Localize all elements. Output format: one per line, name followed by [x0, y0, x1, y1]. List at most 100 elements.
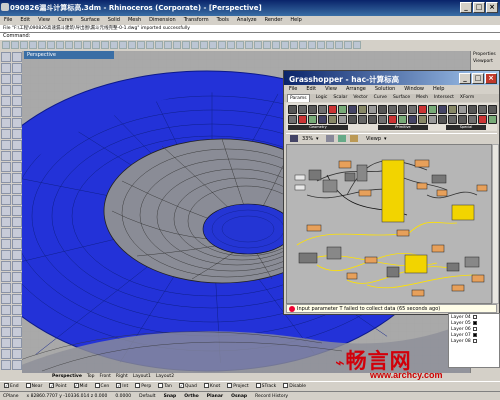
left-tool-icon[interactable] — [1, 162, 11, 172]
component-icon[interactable] — [308, 115, 317, 124]
left-tool-icon[interactable] — [12, 107, 22, 117]
left-tool-icon[interactable] — [1, 283, 11, 293]
viewport-menu[interactable]: Viewp — [366, 136, 381, 142]
left-tool-icon[interactable] — [1, 250, 11, 260]
toolbar-tool-icon[interactable] — [101, 41, 109, 49]
toolbar-tool-icon[interactable] — [56, 41, 64, 49]
component-icon[interactable] — [388, 115, 397, 124]
component-icon[interactable] — [488, 115, 497, 124]
osnap-disable[interactable]: Disable — [283, 382, 306, 391]
left-tool-icon[interactable] — [12, 305, 22, 315]
toolbar-tool-icon[interactable] — [299, 41, 307, 49]
left-tool-icon[interactable] — [12, 140, 22, 150]
viewport-tab-perspective[interactable]: Perspective — [52, 373, 82, 381]
component-icon[interactable] — [478, 105, 487, 114]
left-tool-icon[interactable] — [12, 129, 22, 139]
left-tool-icon[interactable] — [12, 173, 22, 183]
left-tool-icon[interactable] — [12, 349, 22, 359]
menu-view[interactable]: View — [38, 16, 50, 25]
toolbar-tool-icon[interactable] — [335, 41, 343, 49]
left-tool-icon[interactable] — [1, 173, 11, 183]
left-tool-icon[interactable] — [12, 151, 22, 161]
left-tool-icon[interactable] — [12, 63, 22, 73]
osnap-int[interactable]: Int — [116, 382, 128, 391]
gh-tab-vector[interactable]: Vector — [353, 94, 367, 102]
layer-color-swatch[interactable] — [472, 333, 477, 337]
left-tool-icon[interactable] — [1, 129, 11, 139]
menu-surface[interactable]: Surface — [81, 16, 100, 25]
layer-color-swatch[interactable] — [472, 339, 477, 343]
toolbar-tool-icon[interactable] — [29, 41, 37, 49]
toolbar-tool-icon[interactable] — [155, 41, 163, 49]
component-icon[interactable] — [348, 115, 357, 124]
component-icon[interactable] — [448, 115, 457, 124]
toolbar-tool-icon[interactable] — [110, 41, 118, 49]
component-group-label[interactable]: Special — [446, 125, 486, 130]
left-tool-icon[interactable] — [12, 162, 22, 172]
osnap-mid[interactable]: Mid — [73, 382, 88, 391]
left-tool-icon[interactable] — [1, 261, 11, 271]
left-tool-icon[interactable] — [1, 195, 11, 205]
gh-menu-file[interactable]: File — [289, 85, 297, 94]
left-tool-icon[interactable] — [12, 52, 22, 62]
component-icon[interactable] — [438, 115, 447, 124]
component-icon[interactable] — [448, 105, 457, 114]
toolbar-tool-icon[interactable] — [11, 41, 19, 49]
component-icon[interactable] — [348, 105, 357, 114]
gh-tab-xform[interactable]: XForm — [460, 94, 474, 102]
osnap-tan[interactable]: Tan — [158, 382, 172, 391]
component-icon[interactable] — [368, 115, 377, 124]
toolbar-tool-icon[interactable] — [281, 41, 289, 49]
component-icon[interactable] — [338, 105, 347, 114]
osnap-checkbox[interactable] — [283, 383, 289, 388]
toolbar-tool-icon[interactable] — [137, 41, 145, 49]
left-tool-icon[interactable] — [12, 338, 22, 348]
left-tool-icon[interactable] — [1, 239, 11, 249]
menu-tools[interactable]: Tools — [217, 16, 229, 25]
left-tool-icon[interactable] — [1, 206, 11, 216]
toolbar-tool-icon[interactable] — [218, 41, 226, 49]
gh-menu-view[interactable]: View — [325, 85, 337, 94]
left-tool-icon[interactable] — [12, 327, 22, 337]
osnap-checkbox[interactable] — [178, 383, 184, 388]
gh-tab-scalar[interactable]: Scalar — [333, 94, 347, 102]
component-icon[interactable] — [378, 105, 387, 114]
osnap-checkbox[interactable] — [203, 383, 209, 388]
osnap-checkbox[interactable] — [158, 383, 164, 388]
viewport-tab-right[interactable]: Right — [116, 373, 128, 381]
osnap-checkbox[interactable] — [227, 383, 233, 388]
osnap-checkbox[interactable] — [73, 383, 79, 388]
viewport-tab-layout2[interactable]: Layout2 — [156, 373, 174, 381]
gh-menu-edit[interactable]: Edit — [306, 85, 316, 94]
toolbar-tool-icon[interactable] — [353, 41, 361, 49]
component-icon[interactable] — [288, 105, 297, 114]
left-tool-icon[interactable] — [1, 228, 11, 238]
viewport-tab-front[interactable]: Front — [99, 373, 110, 381]
gh-menu-window[interactable]: Window — [404, 85, 424, 94]
left-tool-icon[interactable] — [12, 250, 22, 260]
osnap-perp[interactable]: Perp — [135, 382, 151, 391]
toolbar-tool-icon[interactable] — [245, 41, 253, 49]
left-tool-icon[interactable] — [12, 283, 22, 293]
osnap-checkbox[interactable] — [255, 383, 261, 388]
left-tool-icon[interactable] — [1, 63, 11, 73]
component-icon[interactable] — [358, 105, 367, 114]
left-tool-icon[interactable] — [1, 272, 11, 282]
zoom-level[interactable]: 33% — [302, 136, 313, 142]
menu-transform[interactable]: Transform — [184, 16, 209, 25]
viewport-tab-layout1[interactable]: Layout1 — [133, 373, 151, 381]
left-tool-icon[interactable] — [1, 107, 11, 117]
component-icon[interactable] — [318, 115, 327, 124]
layer-color-swatch[interactable] — [472, 327, 477, 331]
grasshopper-title-bar[interactable]: Grasshopper - hac-计算标高 _ □ × — [284, 71, 499, 85]
osnap-point[interactable]: Point — [49, 382, 67, 391]
menu-file[interactable]: File — [4, 16, 12, 25]
component-icon[interactable] — [288, 115, 297, 124]
left-tool-icon[interactable] — [12, 272, 22, 282]
left-tool-icon[interactable] — [12, 239, 22, 249]
rhino-title-bar[interactable]: 090826漏斗计算标高.3dm - Rhinoceros (Corporate… — [0, 0, 500, 16]
component-icon[interactable] — [398, 105, 407, 114]
left-tool-icon[interactable] — [12, 85, 22, 95]
component-icon[interactable] — [488, 105, 497, 114]
gh-minimize-button[interactable]: _ — [459, 73, 471, 84]
